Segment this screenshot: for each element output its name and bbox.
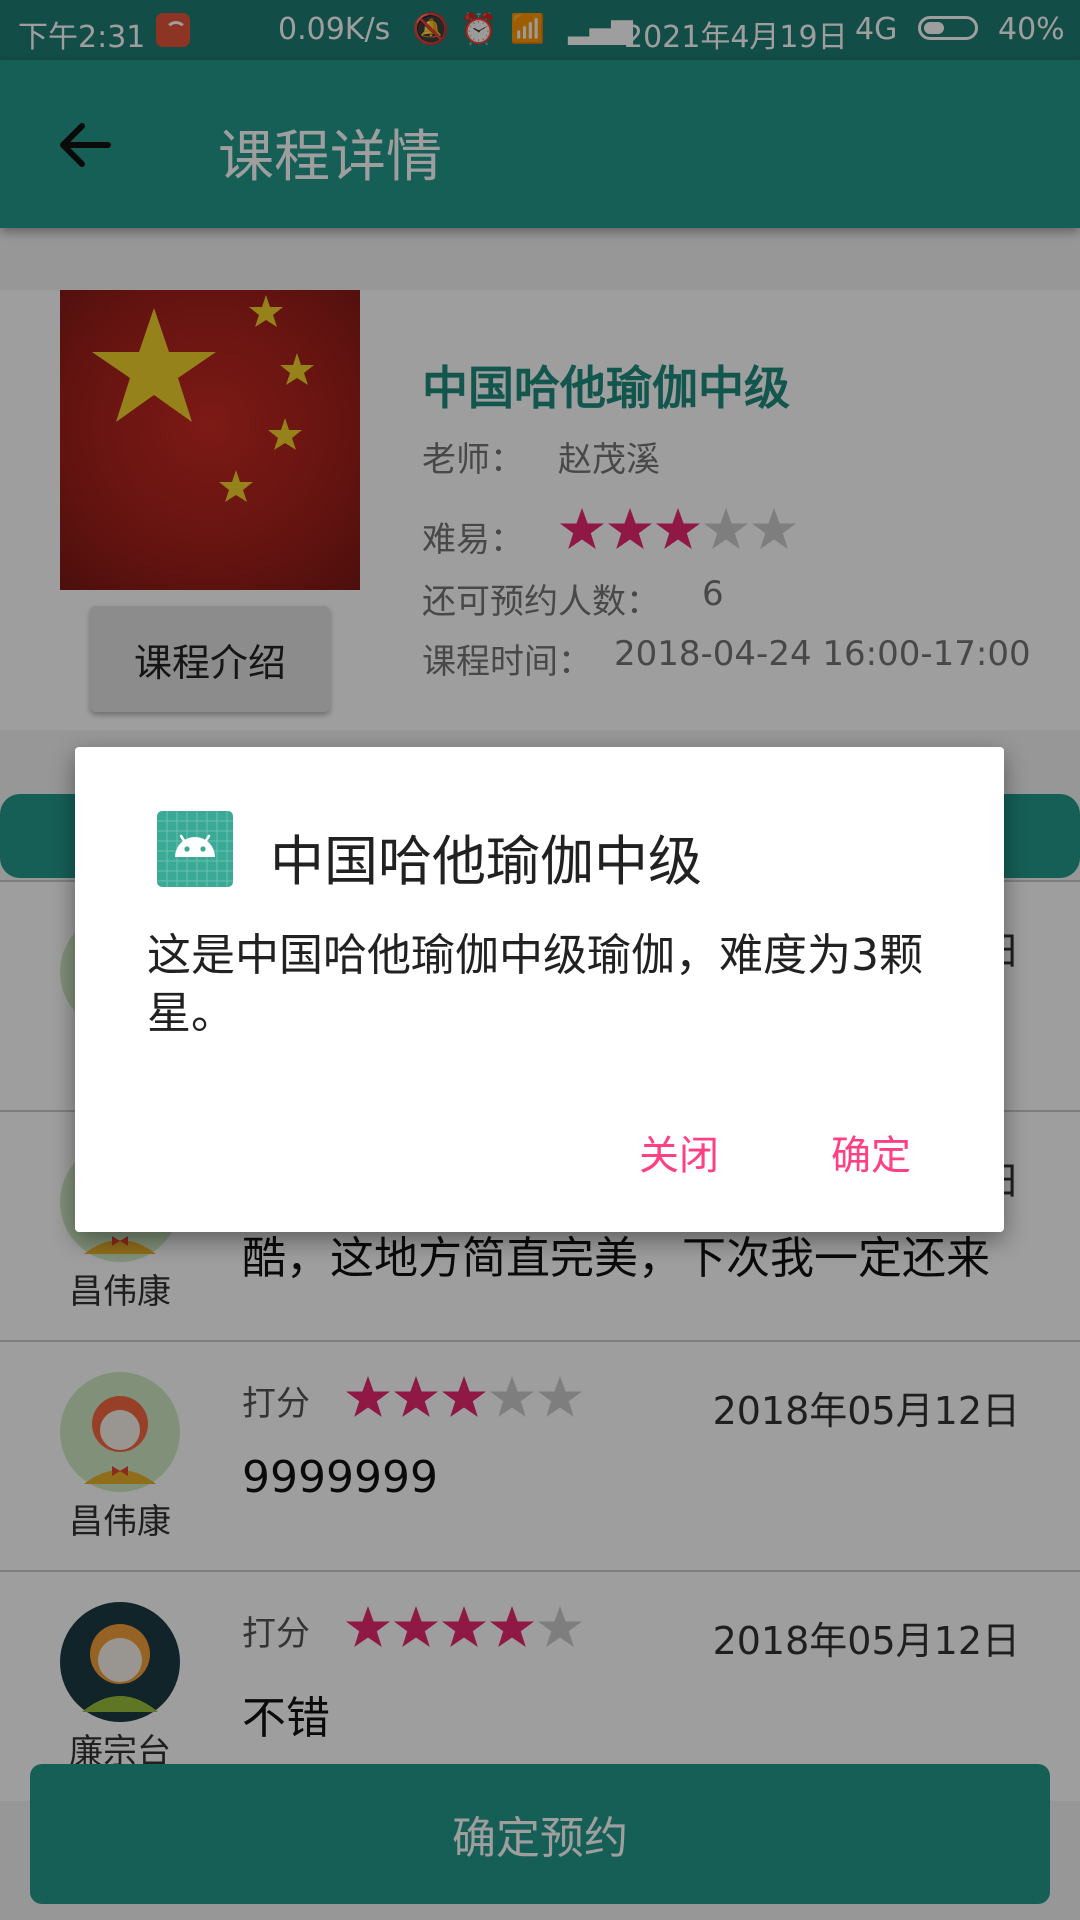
- dialog-confirm-button[interactable]: 确定: [831, 1123, 911, 1181]
- course-intro-dialog: 中国哈他瑜伽中级 这是中国哈他瑜伽中级瑜伽，难度为3颗星。 关闭 确定: [75, 747, 1004, 1232]
- dialog-title: 中国哈他瑜伽中级: [270, 830, 702, 893]
- android-app-icon: [157, 811, 233, 887]
- dialog-message: 这是中国哈他瑜伽中级瑜伽，难度为3颗星。: [147, 930, 923, 1039]
- dialog-close-button[interactable]: 关闭: [639, 1123, 719, 1181]
